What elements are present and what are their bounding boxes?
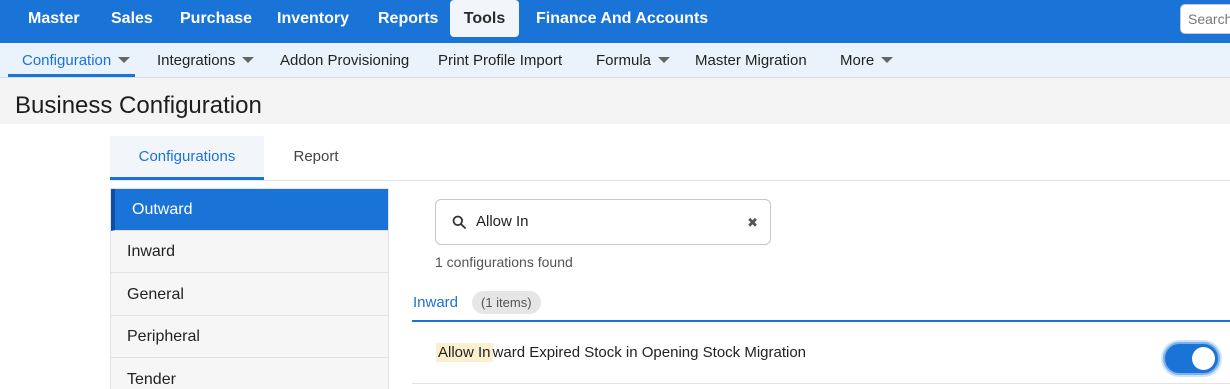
nav-sales[interactable]: Sales — [111, 0, 153, 37]
close-icon[interactable]: ✖ — [747, 200, 758, 244]
menu-item-outward[interactable]: Outward — [111, 189, 388, 231]
results-count: 1 configurations found — [435, 254, 573, 270]
subnav-integrations[interactable]: Integrations — [157, 43, 255, 77]
subnav-more[interactable]: More — [840, 43, 894, 77]
chevron-down-icon — [242, 57, 255, 64]
config-toggle-switch[interactable] — [1163, 342, 1220, 375]
subnav-formula[interactable]: Formula — [596, 43, 671, 77]
subnav-addon-provisioning[interactable]: Addon Provisioning — [280, 43, 409, 77]
search-highlight: Allow In — [436, 343, 493, 362]
page-header: Business Configuration — [0, 78, 1230, 124]
nav-inventory[interactable]: Inventory — [277, 0, 349, 37]
subnav-configuration-label: Configuration — [22, 52, 112, 69]
search-icon — [452, 215, 466, 229]
subnav-configuration[interactable]: Configuration — [22, 43, 131, 77]
subnav-integrations-label: Integrations — [157, 52, 236, 69]
subnav-master-migration[interactable]: Master Migration — [695, 43, 807, 77]
nav-tools[interactable]: Tools — [450, 0, 519, 37]
result-group-label: Inward — [413, 294, 459, 311]
config-row-label: Allow In ward Expired Stock in Opening St… — [436, 341, 806, 367]
active-subnav-underline — [8, 74, 135, 77]
result-group-count-badge: (1 items) — [472, 291, 541, 314]
subnav-print-profile-import[interactable]: Print Profile Import — [438, 43, 562, 77]
menu-item-general[interactable]: General — [111, 274, 388, 316]
menu-item-tender[interactable]: Tender — [111, 359, 388, 389]
tabs-divider — [110, 180, 1230, 181]
subnav-more-label: More — [840, 52, 875, 69]
tab-report[interactable]: Report — [268, 136, 364, 180]
config-row-label-rest: ward Expired Stock in Opening Stock Migr… — [492, 344, 807, 361]
nav-finance-and-accounts[interactable]: Finance And Accounts — [536, 0, 708, 37]
chevron-down-icon — [881, 57, 894, 64]
menu-item-peripheral[interactable]: Peripheral — [111, 316, 388, 358]
nav-reports[interactable]: Reports — [378, 0, 438, 37]
config-category-menu: Outward Inward General Peripheral Tender — [110, 188, 389, 389]
global-search-input[interactable]: Search — [1180, 4, 1230, 34]
group-divider — [412, 320, 1230, 322]
toggle-knob — [1192, 347, 1215, 370]
sub-navigation: Configuration Integrations Addon Provisi… — [0, 43, 1230, 78]
chevron-down-icon — [658, 57, 671, 64]
menu-item-inward[interactable]: Inward — [111, 231, 388, 273]
nav-master[interactable]: Master — [28, 0, 80, 37]
row-divider — [412, 383, 1230, 384]
chevron-down-icon — [118, 57, 131, 64]
tab-configurations[interactable]: Configurations — [110, 136, 264, 180]
page-title: Business Configuration — [15, 92, 262, 119]
top-navigation: Master Sales Purchase Inventory Reports … — [0, 0, 1230, 43]
nav-purchase[interactable]: Purchase — [180, 0, 252, 37]
subnav-formula-label: Formula — [596, 52, 652, 69]
search-value: Allow In — [476, 213, 529, 230]
config-search-input[interactable]: Allow In ✖ — [435, 199, 771, 245]
